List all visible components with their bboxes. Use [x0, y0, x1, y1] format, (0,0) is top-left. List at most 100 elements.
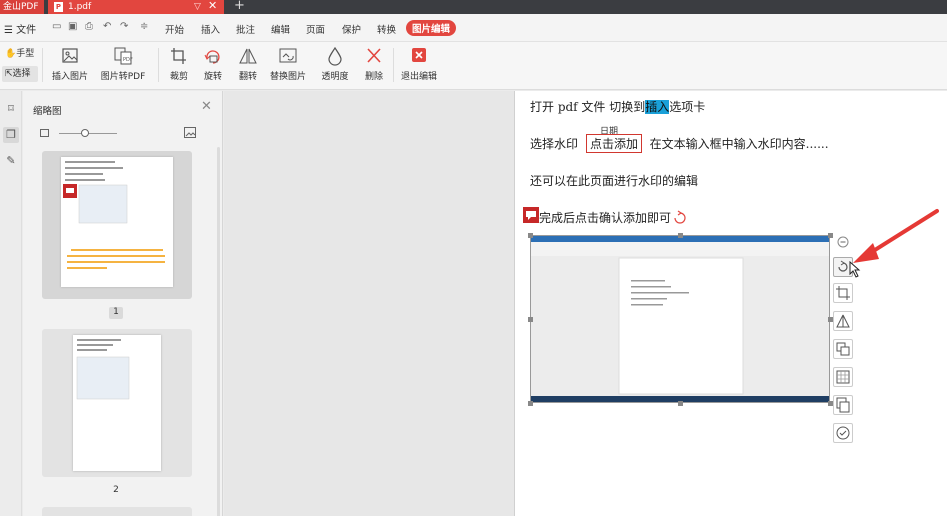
ribbon-toolbar: ✋手型 ⇱选择 插入图片 PDF 图片转PDF 裁剪 旋转 翻转 替换图片 透明… [0, 42, 947, 90]
thumbnail-page-2-preview [73, 335, 161, 471]
resize-handle-top[interactable] [678, 233, 683, 238]
small-image-icon[interactable] [39, 127, 51, 139]
crop-button[interactable]: 裁剪 [168, 46, 190, 86]
image-to-pdf-label: 图片转PDF [100, 72, 146, 82]
file-menu[interactable]: ☰ 文件 [4, 21, 36, 36]
thumbnail-page-1[interactable] [42, 151, 192, 299]
text-line-3[interactable]: 还可以在此页面进行水印的编辑 [530, 172, 698, 189]
exit-edit-label: 退出编辑 [400, 72, 437, 82]
text-line-1[interactable]: 打开 pdf 文件 切换到插入选项卡 [530, 98, 705, 115]
svg-text:PDF: PDF [123, 57, 133, 63]
delete-label: 删除 [364, 72, 383, 82]
text-line-2[interactable]: 选择水印 点击添加 在文本输入框中输入水印内容...... [530, 134, 829, 153]
flip-image-tool[interactable] [833, 311, 853, 331]
undo-icon[interactable]: ↶ [103, 21, 111, 32]
check-icon [836, 426, 850, 440]
save-icon[interactable]: ▣ [68, 21, 77, 32]
replace-image-tool[interactable] [833, 339, 853, 359]
tab-annotate[interactable]: 批注 [236, 22, 255, 36]
tab-page[interactable]: 页面 [306, 22, 325, 36]
thumbnail-panel-icon[interactable]: ❐ [3, 127, 19, 143]
hand-tool-label: 手型 [16, 49, 35, 59]
close-panel-icon[interactable]: ✕ [201, 99, 212, 114]
rotate-button[interactable]: 旋转 [200, 46, 226, 86]
rotate-label: 旋转 [203, 72, 222, 82]
crop-tool-icon [836, 286, 850, 300]
divider [158, 48, 159, 82]
opacity-image-tool[interactable] [833, 367, 853, 387]
replace-image-button[interactable]: 替换图片 [270, 46, 306, 86]
tab-convert[interactable]: 转换 [377, 22, 396, 36]
hand-tool-button[interactable]: ✋手型 [2, 46, 38, 62]
text-line-1-b: 选项卡 [669, 100, 706, 114]
comment-icon[interactable] [523, 207, 539, 223]
crop-image-tool[interactable] [833, 283, 853, 303]
thumbnail-page-2[interactable] [42, 329, 192, 477]
select-tool-button[interactable]: ⇱选择 [2, 66, 38, 82]
opacity-tool-icon [836, 370, 850, 384]
insert-image-label: 插入图片 [52, 72, 89, 82]
image-to-pdf-button[interactable]: PDF 图片转PDF [100, 46, 146, 86]
document-page: 打开 pdf 文件 切换到插入选项卡 日期 选择水印 点击添加 在文本输入框中输入… [514, 91, 947, 516]
pin-icon[interactable]: ▽ [194, 0, 201, 14]
flip-button[interactable]: 翻转 [236, 46, 260, 86]
tab-protect[interactable]: 保护 [342, 22, 361, 36]
replace-image-icon [279, 48, 297, 63]
image-to-pdf-icon: PDF [114, 47, 133, 65]
replace-tool-icon [836, 342, 850, 356]
resize-handle-tl[interactable] [528, 233, 533, 238]
document-workspace: 打开 pdf 文件 切换到插入选项卡 日期 选择水印 点击添加 在文本输入框中输入… [224, 91, 947, 516]
print-icon[interactable]: ⎙ [85, 21, 93, 32]
close-tab-icon[interactable]: ✕ [208, 0, 217, 13]
text-line-4[interactable]: 完成后点击确认添加即可 [539, 209, 671, 226]
flip-icon [239, 48, 257, 64]
hand-icon: ✋ [5, 49, 17, 59]
thumbnail-zoom-slider[interactable] [39, 127, 199, 139]
delete-button[interactable]: 删除 [362, 46, 386, 86]
thumbnail-scrollbar[interactable] [217, 147, 220, 516]
insert-image-button[interactable]: 插入图片 [52, 46, 88, 86]
add-watermark-box: 点击添加 [586, 134, 643, 153]
mouse-cursor-icon [849, 261, 861, 278]
sign-icon[interactable]: ✎ [3, 153, 19, 169]
thumbnail-panel-title: 缩略图 [33, 106, 62, 117]
flip-label: 翻转 [238, 72, 257, 82]
bookmark-icon[interactable]: ⌑ [3, 101, 19, 117]
resize-handle-left[interactable] [528, 317, 533, 322]
tab-edit[interactable]: 编辑 [271, 22, 290, 36]
highlighted-text: 插入 [645, 100, 670, 114]
document-tab[interactable]: P 1.pdf ▽ ✕ [48, 0, 224, 14]
tab-start[interactable]: 开始 [165, 22, 184, 36]
resize-handle-bottom[interactable] [678, 401, 683, 406]
new-tab-button[interactable]: + [234, 0, 245, 13]
opacity-label: 透明度 [321, 72, 349, 82]
thumbnail-page-2-number: 2 [113, 485, 119, 495]
large-image-icon[interactable] [183, 126, 197, 140]
text-line-2-a: 选择水印 [530, 137, 579, 151]
image-to-pdf-tool[interactable] [833, 395, 853, 415]
text-line-1-a: 打开 pdf 文件 切换到 [530, 100, 646, 114]
customize-icon[interactable]: ≑ [140, 21, 148, 32]
tab-image-edit[interactable]: 图片编辑 [406, 20, 457, 36]
copy-tool-icon [836, 397, 850, 413]
opacity-button[interactable]: 透明度 [318, 46, 352, 86]
tab-insert[interactable]: 插入 [201, 22, 220, 36]
thumbnail-page-3[interactable] [42, 507, 192, 516]
crop-label: 裁剪 [169, 72, 188, 82]
redo-icon[interactable]: ↷ [120, 21, 128, 32]
slider-knob[interactable] [81, 129, 89, 137]
title-bar: 金山PDF P 1.pdf ▽ ✕ + [0, 0, 947, 14]
selected-image[interactable] [530, 235, 830, 403]
open-icon[interactable]: ▭ [52, 21, 61, 32]
left-icon-strip: ⌑ ❐ ✎ [0, 91, 22, 516]
page-1-thumbnail-content [63, 161, 165, 269]
opacity-icon [328, 46, 342, 66]
resize-handle-bl[interactable] [528, 401, 533, 406]
replace-image-label: 替换图片 [270, 72, 307, 82]
rotate-handle-icon[interactable] [671, 209, 689, 227]
exit-edit-button[interactable]: 退出编辑 [400, 46, 438, 86]
app-tab[interactable]: 金山PDF [0, 0, 44, 14]
document-tab-label: 1.pdf [68, 2, 92, 12]
confirm-image-tool[interactable] [833, 423, 853, 443]
thumbnail-page-1-preview [61, 157, 173, 287]
